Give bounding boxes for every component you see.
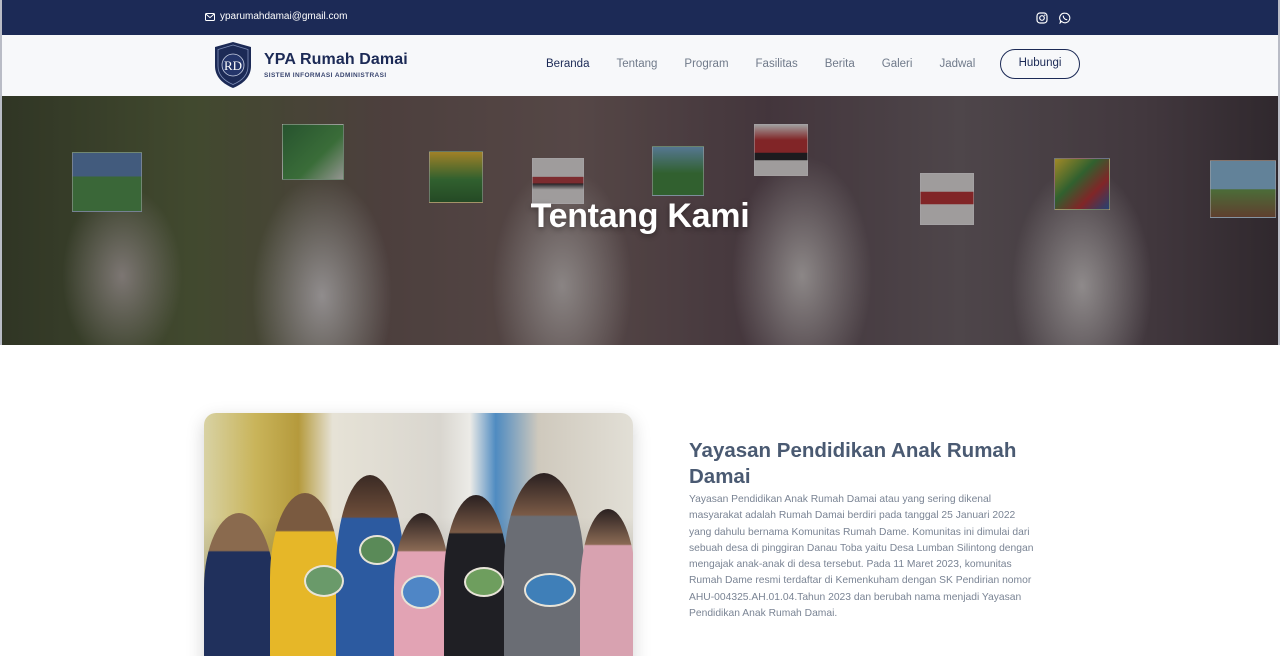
photo-held-object bbox=[359, 535, 395, 565]
nav-item-beranda[interactable]: Beranda bbox=[546, 58, 589, 70]
photo-held-object bbox=[464, 567, 504, 597]
contact-button[interactable]: Hubungi bbox=[1000, 49, 1080, 79]
brand-logo-link[interactable]: RD YPA Rumah Damai SISTEM INFORMASI ADMI… bbox=[212, 41, 408, 89]
photo-child bbox=[204, 513, 274, 656]
photo-held-object bbox=[304, 565, 344, 597]
logo-shield-icon: RD bbox=[215, 42, 251, 88]
photo-child bbox=[504, 473, 584, 656]
top-bar: yparumahdamai@gmail.com bbox=[0, 0, 1280, 35]
photo-held-object bbox=[524, 573, 576, 607]
whatsapp-icon[interactable] bbox=[1059, 11, 1071, 25]
main-menu: Beranda Tentang Program Fasilitas Berita… bbox=[532, 58, 975, 70]
brand-title: YPA Rumah Damai bbox=[264, 51, 408, 68]
photo-held-object bbox=[401, 575, 441, 609]
nav-item-program[interactable]: Program bbox=[684, 58, 728, 70]
brand-subtitle: SISTEM INFORMASI ADMINISTRASI bbox=[264, 72, 387, 79]
logo-letters: RD bbox=[224, 58, 242, 73]
hero-banner: Tentang Kami bbox=[0, 96, 1280, 345]
nav-item-berita[interactable]: Berita bbox=[825, 58, 855, 70]
social-links bbox=[1036, 11, 1071, 25]
about-heading: Yayasan Pendidikan Anak Rumah Damai bbox=[689, 439, 1017, 488]
about-photo bbox=[204, 413, 633, 656]
nav-item-fasilitas[interactable]: Fasilitas bbox=[756, 58, 798, 70]
mail-icon bbox=[205, 12, 215, 21]
contact-email-text: yparumahdamai@gmail.com bbox=[220, 11, 348, 22]
nav-item-jadwal[interactable]: Jadwal bbox=[939, 58, 975, 70]
instagram-icon[interactable] bbox=[1036, 11, 1048, 24]
about-paragraph: Yayasan Pendidikan Anak Rumah Damai atau… bbox=[689, 494, 1034, 620]
photo-child bbox=[580, 509, 633, 656]
contact-email[interactable]: yparumahdamai@gmail.com bbox=[205, 11, 347, 22]
nav-item-galeri[interactable]: Galeri bbox=[882, 58, 913, 70]
main-navbar: RD YPA Rumah Damai SISTEM INFORMASI ADMI… bbox=[0, 35, 1280, 96]
nav-item-tentang[interactable]: Tentang bbox=[616, 58, 657, 70]
page-title: Tentang Kami bbox=[530, 197, 750, 235]
